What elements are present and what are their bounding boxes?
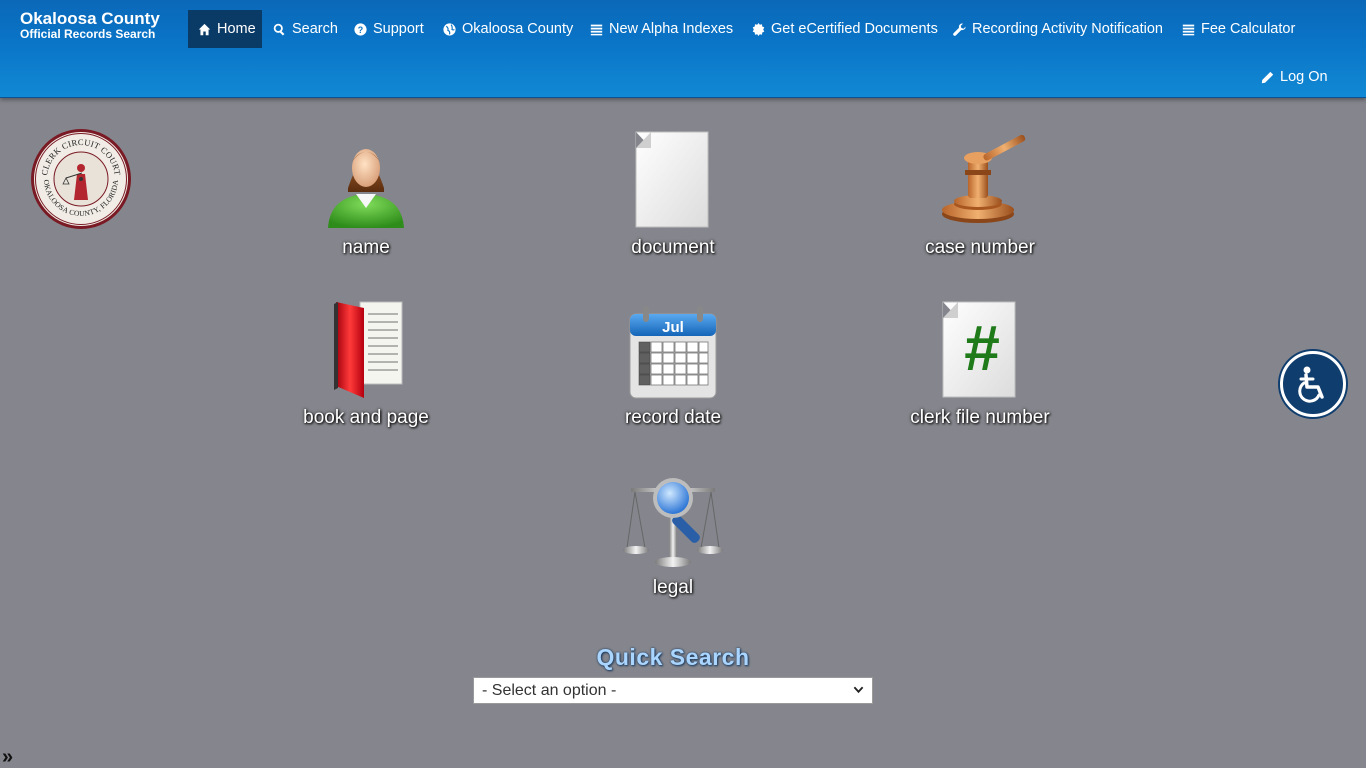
nav-support-label: Support xyxy=(373,21,424,37)
hash-symbol: # xyxy=(964,312,1000,384)
search-by-clerk-file-number-tile[interactable]: # clerk file number xyxy=(870,300,1090,450)
list-icon xyxy=(589,22,603,36)
brand-title: Okaloosa County xyxy=(20,9,160,28)
search-by-name-tile[interactable]: name xyxy=(256,130,476,280)
calendar-month: Jul xyxy=(662,319,684,336)
question-circle-icon: ? xyxy=(353,22,367,36)
hash-document-icon: # xyxy=(942,301,1016,398)
nav-get-ecertified-documents[interactable]: Get eCertified Documents xyxy=(741,10,948,48)
nav-get-ecertified-documents-label: Get eCertified Documents xyxy=(771,21,938,37)
quick-search-title: Quick Search xyxy=(596,644,750,670)
tile-label-legal: legal xyxy=(652,577,694,598)
search-by-legal-tile[interactable]: legal xyxy=(563,470,783,620)
tile-label-name: name xyxy=(342,237,390,258)
search-by-document-tile[interactable]: document xyxy=(563,130,783,280)
person-icon xyxy=(328,149,404,228)
home-icon xyxy=(198,22,211,36)
brand[interactable]: Okaloosa County Official Records Search xyxy=(20,9,160,41)
document-icon xyxy=(635,131,709,228)
globe-icon xyxy=(442,22,456,36)
accessibility-button[interactable] xyxy=(1280,351,1346,417)
nav-okaloosa-county[interactable]: Okaloosa County xyxy=(432,10,583,48)
nav-okaloosa-county-label: Okaloosa County xyxy=(462,21,574,37)
nav-search-label: Search xyxy=(292,21,338,37)
search-by-book-and-page-tile[interactable]: book and page xyxy=(256,300,476,450)
certificate-icon xyxy=(751,22,765,36)
nav-recording-activity-notification-label: Recording Activity Notification xyxy=(972,21,1163,37)
top-navbar: Okaloosa County Official Records Search … xyxy=(0,0,1366,98)
nav-log-on[interactable]: Log On xyxy=(1250,58,1338,96)
nav-fee-calculator-label: Fee Calculator xyxy=(1201,21,1296,37)
chevron-down-icon xyxy=(853,682,864,700)
tile-label-case-number: case number xyxy=(925,237,1035,258)
tile-label-record-date: record date xyxy=(624,407,722,428)
scales-magnifier-icon xyxy=(623,478,723,567)
sidebar-expander[interactable]: » xyxy=(2,746,13,768)
nav-new-alpha-indexes-label: New Alpha Indexes xyxy=(609,21,734,37)
tile-label-document: document xyxy=(631,237,715,258)
clerk-seal-logo: CLERK CIRCUIT COURT OKALOOSA COUNTY, FLO… xyxy=(31,129,131,229)
book-icon xyxy=(334,301,403,398)
nav-home[interactable]: Home xyxy=(188,10,262,48)
nav-fee-calculator[interactable]: Fee Calculator xyxy=(1171,10,1305,48)
nav-home-label: Home xyxy=(217,21,256,37)
tile-label-clerk-file-number: clerk file number xyxy=(910,407,1050,428)
quick-search-selected: - Select an option - xyxy=(482,681,617,699)
accessibility-icon xyxy=(1298,366,1324,403)
search-by-record-date-tile[interactable]: Jul record date xyxy=(563,300,783,450)
nav-search[interactable]: Search xyxy=(262,10,348,48)
nav-new-alpha-indexes[interactable]: New Alpha Indexes xyxy=(579,10,743,48)
nav-support[interactable]: ? Support xyxy=(343,10,434,48)
list-icon xyxy=(1181,22,1195,36)
gavel-icon xyxy=(942,134,1026,223)
brand-subtitle: Official Records Search xyxy=(20,27,156,41)
calendar-icon: Jul xyxy=(629,306,717,399)
pencil-icon xyxy=(1260,70,1274,84)
nav-log-on-label: Log On xyxy=(1280,69,1328,85)
tile-label-book-and-page: book and page xyxy=(303,407,429,428)
search-icon xyxy=(272,22,286,36)
quick-search-select[interactable]: - Select an option - xyxy=(473,677,873,704)
svg-text:?: ? xyxy=(357,24,362,34)
nav-recording-activity-notification[interactable]: Recording Activity Notification xyxy=(942,10,1173,48)
wrench-icon xyxy=(952,22,966,36)
search-by-case-number-tile[interactable]: case number xyxy=(870,130,1090,280)
